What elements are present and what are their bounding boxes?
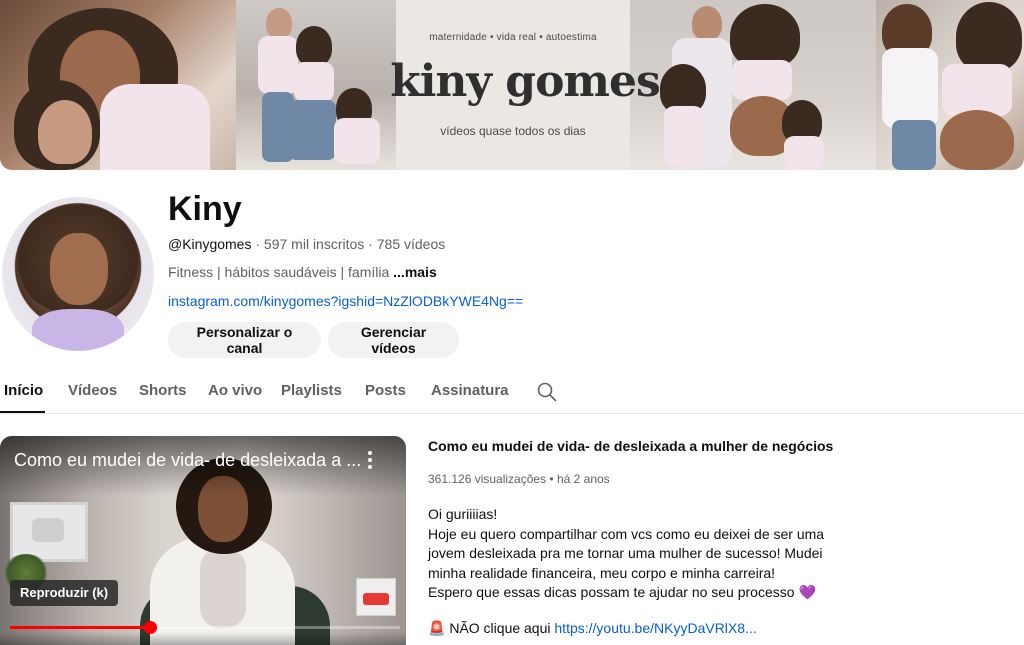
plaque-play-icon	[32, 518, 64, 542]
subscriber-count: 597 mil inscritos	[263, 236, 365, 252]
play-tooltip: Reproduzir (k)	[10, 580, 119, 606]
description-line-text: Espero que essas dicas possam te ajudar …	[428, 584, 795, 600]
banner-logo: kiny gomes	[390, 56, 661, 107]
upload-age: há 2 anos	[556, 472, 610, 486]
view-count: 361.126 visualizações	[428, 472, 547, 486]
description-cta: 🚨 NÃO clique aqui https://youtu.be/NKyyD…	[428, 620, 757, 637]
channel-banner: maternidade • vida real • autoestima kin…	[0, 0, 1024, 170]
tab-shorts[interactable]: Shorts	[139, 382, 187, 399]
banner-subtitle: vídeos quase todos os dias	[440, 124, 586, 138]
description-text: Fitness | hábitos saudáveis | família	[168, 264, 390, 280]
cta-text: NÃO clique aqui	[449, 620, 555, 636]
progress-bar-played[interactable]	[10, 626, 150, 629]
cta-link[interactable]: https://youtu.be/NKyyDaVRlX8...	[554, 620, 756, 636]
featured-video-player[interactable]: Como eu mudei de vida- de desleixada a .…	[0, 436, 406, 645]
progress-scrubber-handle[interactable]	[144, 621, 157, 634]
meta-separator: ·	[251, 236, 264, 252]
description-line: Hoje eu quero compartilhar com vcs como …	[428, 525, 825, 542]
featured-video-description: Oi guriiiias! Hoje eu quero compartilhar…	[428, 505, 828, 603]
video-bottom-gradient	[0, 632, 406, 645]
manage-videos-button[interactable]: Gerenciar vídeos	[328, 322, 459, 358]
youtube-card-icon	[356, 578, 396, 616]
featured-video-meta: 361.126 visualizações • há 2 anos	[428, 472, 610, 486]
presenter-top	[200, 548, 246, 628]
tab-posts[interactable]: Posts	[365, 382, 406, 399]
channel-meta: @Kinygomes · 597 mil inscritos · 785 víd…	[168, 236, 445, 252]
meta-separator: •	[546, 472, 557, 486]
description-line: minha realidade financeira, meu corpo e …	[428, 564, 776, 581]
more-link[interactable]: ...mais	[393, 264, 437, 280]
player-video-title[interactable]: Como eu mudei de vida- de desleixada a .…	[14, 450, 361, 471]
tab-live[interactable]: Ao vivo	[208, 382, 262, 399]
tab-membership[interactable]: Assinatura	[431, 382, 509, 399]
description-line: jovem desleixada pra me tornar uma mulhe…	[428, 545, 823, 561]
meta-separator: ·	[364, 236, 377, 252]
featured-video-title[interactable]: Como eu mudei de vida- de desleixada a m…	[428, 438, 833, 454]
purple-heart-icon: 💜	[798, 584, 816, 600]
channel-avatar[interactable]	[2, 197, 154, 351]
more-options-icon[interactable]	[364, 450, 376, 470]
video-count: 785 vídeos	[376, 236, 446, 252]
tab-playlists[interactable]: Playlists	[281, 382, 342, 399]
channel-name: Kiny	[168, 190, 242, 228]
tab-home[interactable]: Início	[4, 382, 43, 399]
channel-handle: @Kinygomes	[168, 236, 252, 252]
channel-tabs: Início Vídeos Shorts Ao vivo Playlists P…	[0, 370, 1024, 414]
customize-channel-button[interactable]: Personalizar o canal	[168, 322, 321, 358]
tab-videos[interactable]: Vídeos	[68, 382, 117, 399]
banner-photo-pregnant-mother	[876, 0, 1024, 170]
banner-photo-family	[236, 0, 396, 170]
description-line: Oi guriiiias!	[428, 506, 498, 522]
channel-description[interactable]: Fitness | hábitos saudáveis | família ..…	[168, 264, 437, 280]
banner-photo-mother-daughter	[0, 0, 236, 170]
active-tab-indicator	[0, 411, 45, 413]
banner-tagline: maternidade • vida real • autoestima	[429, 32, 597, 43]
search-icon[interactable]	[537, 382, 557, 402]
description-line-last: Espero que essas dicas possam te ajudar …	[428, 583, 828, 603]
siren-icon: 🚨	[428, 620, 446, 636]
channel-external-link[interactable]: instagram.com/kinygomes?igshid=NzZlODBkY…	[168, 293, 523, 309]
